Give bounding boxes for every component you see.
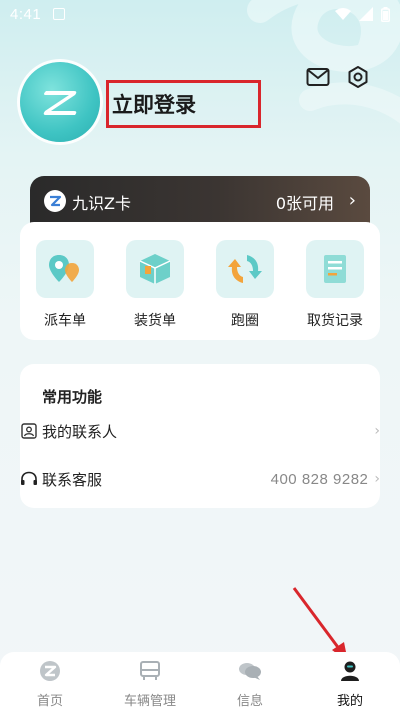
my-contacts-row[interactable]: 我的联系人 › bbox=[20, 416, 380, 446]
z-card-available: 0张可用 bbox=[275, 194, 334, 213]
status-bar: 4:41 bbox=[0, 0, 400, 28]
action-circuit[interactable]: 跑圈 bbox=[205, 240, 285, 340]
vehicle-icon bbox=[137, 658, 163, 684]
status-time: 4:41 bbox=[10, 5, 42, 23]
tab-vehicle-management[interactable]: 车辆管理 bbox=[100, 652, 200, 712]
quick-actions: 派车单 装货单 跑圈 取货记录 bbox=[20, 222, 380, 340]
common-functions-title: 常用功能 bbox=[42, 388, 103, 406]
tab-label: 我的 bbox=[336, 694, 363, 709]
my-contacts-label: 我的联系人 bbox=[42, 422, 118, 441]
headset-icon bbox=[20, 470, 38, 488]
action-label: 取货记录 bbox=[307, 313, 363, 329]
tab-messages[interactable]: 信息 bbox=[200, 652, 300, 712]
contacts-icon bbox=[20, 422, 38, 440]
avatar[interactable] bbox=[20, 62, 100, 142]
home-icon bbox=[37, 658, 63, 684]
record-icon bbox=[306, 240, 364, 298]
wifi-icon bbox=[335, 7, 351, 20]
action-dispatch-order[interactable]: 派车单 bbox=[25, 240, 105, 340]
tab-label: 车辆管理 bbox=[123, 694, 176, 709]
login-link[interactable]: 立即登录 bbox=[112, 89, 196, 119]
customer-service-label: 联系客服 bbox=[42, 470, 103, 489]
message-icon bbox=[237, 658, 263, 684]
settings-gear-icon[interactable] bbox=[345, 64, 371, 90]
cycle-icon bbox=[216, 240, 274, 298]
tab-label: 信息 bbox=[236, 694, 263, 709]
mail-icon[interactable] bbox=[305, 64, 331, 90]
box-icon bbox=[126, 240, 184, 298]
customer-service-row[interactable]: 联系客服 400 828 9282 › bbox=[20, 464, 380, 494]
action-label: 派车单 bbox=[44, 313, 86, 329]
tab-profile[interactable]: 我的 bbox=[300, 652, 400, 712]
action-label: 装货单 bbox=[134, 313, 176, 329]
z-card-logo-icon bbox=[44, 190, 66, 212]
chevron-right-icon: › bbox=[374, 471, 380, 487]
action-pickup-records[interactable]: 取货记录 bbox=[295, 240, 375, 340]
tab-home[interactable]: 首页 bbox=[0, 652, 100, 712]
dispatch-icon bbox=[36, 240, 94, 298]
service-phone: 400 828 9282 bbox=[270, 470, 369, 488]
battery-icon bbox=[381, 6, 390, 22]
action-loading-order[interactable]: 装货单 bbox=[115, 240, 195, 340]
notification-icon bbox=[53, 8, 66, 20]
chevron-right-icon: › bbox=[374, 423, 380, 439]
tab-label: 首页 bbox=[36, 694, 63, 709]
z-logo-icon bbox=[43, 91, 77, 115]
profile-icon bbox=[337, 658, 363, 684]
signal-icon bbox=[359, 7, 373, 21]
action-label: 跑圈 bbox=[231, 313, 259, 329]
bottom-tab-bar: 首页 车辆管理 信息 我的 bbox=[0, 652, 400, 712]
z-card-title: 九识Z卡 bbox=[72, 194, 131, 213]
chevron-right-icon: › bbox=[348, 190, 356, 211]
